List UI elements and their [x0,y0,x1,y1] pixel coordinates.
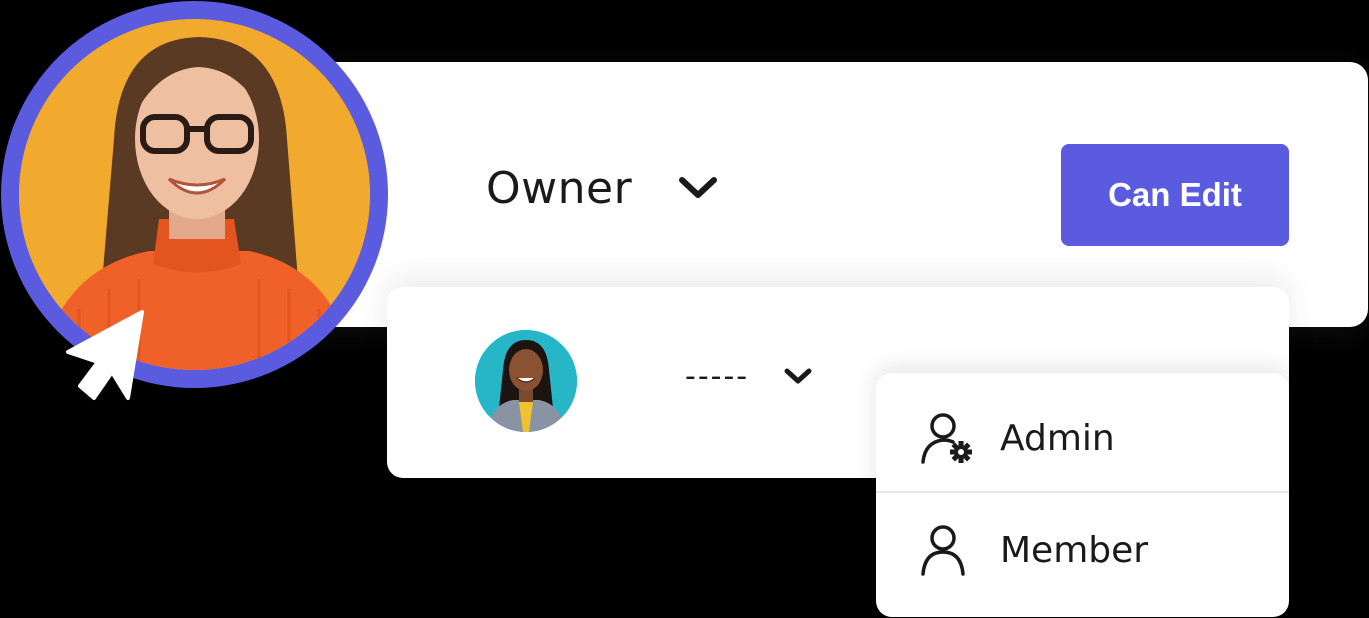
menu-item-admin[interactable]: Admin [876,383,1289,493]
chevron-down-icon [678,174,718,207]
chevron-down-icon [783,366,813,391]
member-role-dropdown[interactable]: ----- [685,359,813,394]
menu-item-member[interactable]: Member [876,495,1289,605]
menu-divider [876,491,1289,493]
owner-role-dropdown[interactable]: Owner [486,163,718,214]
user-icon [919,522,975,578]
role-dropdown-menu: Admin Member [876,373,1289,617]
user-gear-icon [919,410,975,466]
member-avatar[interactable] [475,330,577,432]
member-role-label: ----- [685,359,750,394]
menu-item-label: Admin [1000,417,1115,459]
owner-role-label: Owner [486,163,633,214]
menu-item-label: Member [1000,529,1149,571]
pointer-cursor-icon [58,306,158,406]
can-edit-button[interactable]: Can Edit [1061,144,1289,246]
